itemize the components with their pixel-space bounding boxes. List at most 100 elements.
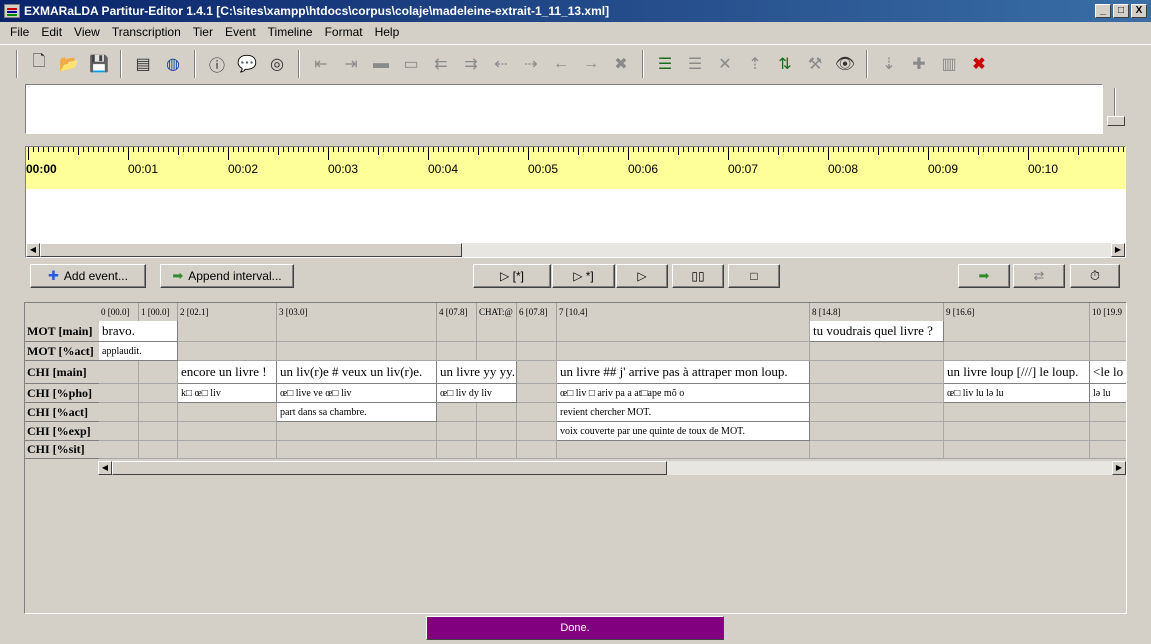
abc-left-icon[interactable]: ⇤ — [306, 49, 336, 79]
empty-cell[interactable] — [277, 321, 437, 342]
empty-cell[interactable] — [99, 361, 139, 384]
open-folder-icon[interactable]: 📂 — [54, 49, 84, 79]
timeline-add-icon[interactable]: ✚ — [904, 49, 934, 79]
empty-cell[interactable] — [477, 342, 517, 361]
empty-cell[interactable] — [139, 403, 178, 422]
empty-cell[interactable] — [99, 403, 139, 422]
empty-cell[interactable] — [1090, 321, 1126, 342]
partitur-grid[interactable]: 0 [00.0] 1 [00.0] 2 [02.1] 3 [03.0] 4 [07.8]… — [24, 302, 1127, 614]
event-cell[interactable]: k□ œ□ liv — [178, 384, 277, 403]
empty-cell[interactable] — [437, 403, 477, 422]
event-cell[interactable]: <le lo — [1090, 361, 1126, 384]
menu-help[interactable]: Help — [369, 22, 406, 42]
pause-button[interactable]: ▯▯ — [672, 264, 724, 288]
empty-cell[interactable] — [557, 321, 810, 342]
empty-cell[interactable] — [810, 361, 944, 384]
empty-cell[interactable] — [139, 441, 178, 459]
clock-button[interactable]: ⏱ — [1070, 264, 1120, 288]
double-arrow-right-icon[interactable]: ⇉ — [456, 49, 486, 79]
empty-cell[interactable] — [557, 342, 810, 361]
event-cell[interactable]: bravo. — [99, 321, 178, 342]
tier-properties-icon[interactable]: ⚒ — [800, 49, 830, 79]
event-cell[interactable]: œ□ liv dy liv — [437, 384, 517, 403]
minimize-button[interactable]: _ — [1095, 4, 1111, 18]
event-cell[interactable]: œ□ live ve œ□ liv — [277, 384, 437, 403]
event-cell[interactable]: tu voudrais quel livre ? — [810, 321, 944, 342]
menu-view[interactable]: View — [68, 22, 106, 42]
menu-transcription[interactable]: Transcription — [106, 22, 187, 42]
tier-label[interactable]: CHI [%exp] — [25, 422, 99, 441]
empty-cell[interactable] — [437, 321, 477, 342]
event-cell[interactable]: revient chercher MOT. — [557, 403, 810, 422]
empty-cell[interactable] — [1090, 422, 1126, 441]
empty-cell[interactable] — [277, 441, 437, 459]
empty-cell[interactable] — [810, 422, 944, 441]
info-icon[interactable]: ⓘ — [202, 49, 232, 79]
timeline-column-header[interactable]: 10 [19.9 — [1090, 303, 1126, 321]
insert-tier-icon[interactable]: ☰ — [680, 49, 710, 79]
empty-cell[interactable] — [437, 422, 477, 441]
empty-cell[interactable] — [517, 384, 557, 403]
empty-cell[interactable] — [810, 384, 944, 403]
empty-cell[interactable] — [277, 422, 437, 441]
add-event-button[interactable]: ✚ Add event... — [30, 264, 146, 288]
play-selection-button[interactable]: ▷ [*] — [473, 264, 551, 288]
shift-left-icon[interactable]: ⇠ — [486, 49, 516, 79]
menu-event[interactable]: Event — [219, 22, 262, 42]
tier-label[interactable]: CHI [%sit] — [25, 441, 99, 459]
empty-cell[interactable] — [99, 384, 139, 403]
tier-label[interactable]: CHI [%pho] — [25, 384, 99, 403]
empty-cell[interactable] — [944, 342, 1090, 361]
timeline-horizontal-scrollbar[interactable]: ◀ ▶ — [26, 243, 1125, 257]
menu-timeline[interactable]: Timeline — [262, 22, 319, 42]
empty-cell[interactable] — [178, 441, 277, 459]
tier-label[interactable]: CHI [%act] — [25, 403, 99, 422]
empty-cell[interactable] — [178, 422, 277, 441]
empty-cell[interactable] — [1090, 441, 1126, 459]
change-tier-order-icon[interactable]: ⇅ — [770, 49, 800, 79]
abc-right-icon[interactable]: ⇥ — [336, 49, 366, 79]
partitur-horizontal-scrollbar[interactable]: ◀ ▶ — [98, 461, 1126, 475]
empty-cell[interactable] — [944, 321, 1090, 342]
merge-event-icon[interactable]: ▬ — [366, 49, 396, 79]
event-cell[interactable]: un livre yy yy. — [437, 361, 517, 384]
event-cell[interactable]: un livre ## j' arrive pas à attraper mon… — [557, 361, 810, 384]
empty-cell[interactable] — [517, 321, 557, 342]
scroll-left-arrow-icon[interactable]: ◀ — [98, 461, 112, 475]
empty-cell[interactable] — [178, 403, 277, 422]
timeline-scroll-thumb[interactable] — [40, 243, 462, 257]
empty-cell[interactable] — [517, 342, 557, 361]
empty-cell[interactable] — [437, 441, 477, 459]
menu-format[interactable]: Format — [319, 22, 369, 42]
empty-cell[interactable] — [139, 384, 178, 403]
timeline-column-header[interactable]: 0 [00.0] — [99, 303, 139, 321]
tier-label[interactable]: MOT [main] — [25, 321, 99, 342]
tier-label[interactable]: MOT [%act] — [25, 342, 99, 361]
empty-cell[interactable] — [810, 403, 944, 422]
timeline-split-icon[interactable]: ▥ — [934, 49, 964, 79]
append-interval-button[interactable]: ➡ Append interval... — [160, 264, 294, 288]
empty-cell[interactable] — [477, 441, 517, 459]
menu-tier[interactable]: Tier — [187, 22, 219, 42]
arrow-left-icon[interactable]: ← — [546, 49, 576, 79]
empty-cell[interactable] — [944, 441, 1090, 459]
empty-cell[interactable] — [517, 422, 557, 441]
scroll-right-arrow-icon[interactable]: ▶ — [1111, 243, 1125, 257]
arrow-right-icon[interactable]: → — [576, 49, 606, 79]
empty-cell[interactable] — [178, 321, 277, 342]
menu-file[interactable]: File — [4, 22, 35, 42]
film-reel-icon[interactable]: ◎ — [262, 49, 292, 79]
timeline-column-header[interactable]: CHAT:@ — [477, 303, 517, 321]
maximize-button[interactable]: □ — [1113, 4, 1129, 18]
event-cell[interactable]: œ□ liv □ ariv pa a at□ape mõ o — [557, 384, 810, 403]
save-icon[interactable]: 💾 — [84, 49, 114, 79]
timeline-column-header[interactable]: 1 [00.0] — [139, 303, 178, 321]
timeline-column-header[interactable]: 2 [02.1] — [178, 303, 277, 321]
empty-cell[interactable] — [277, 342, 437, 361]
delete-tier-icon[interactable]: ✕ — [710, 49, 740, 79]
event-cell[interactable]: voix couverte par une quinte de toux de … — [557, 422, 810, 441]
event-cell[interactable]: part dans sa chambre. — [277, 403, 437, 422]
tier-label[interactable]: CHI [main] — [25, 361, 99, 384]
split-event-icon[interactable]: ▭ — [396, 49, 426, 79]
empty-cell[interactable] — [477, 422, 517, 441]
